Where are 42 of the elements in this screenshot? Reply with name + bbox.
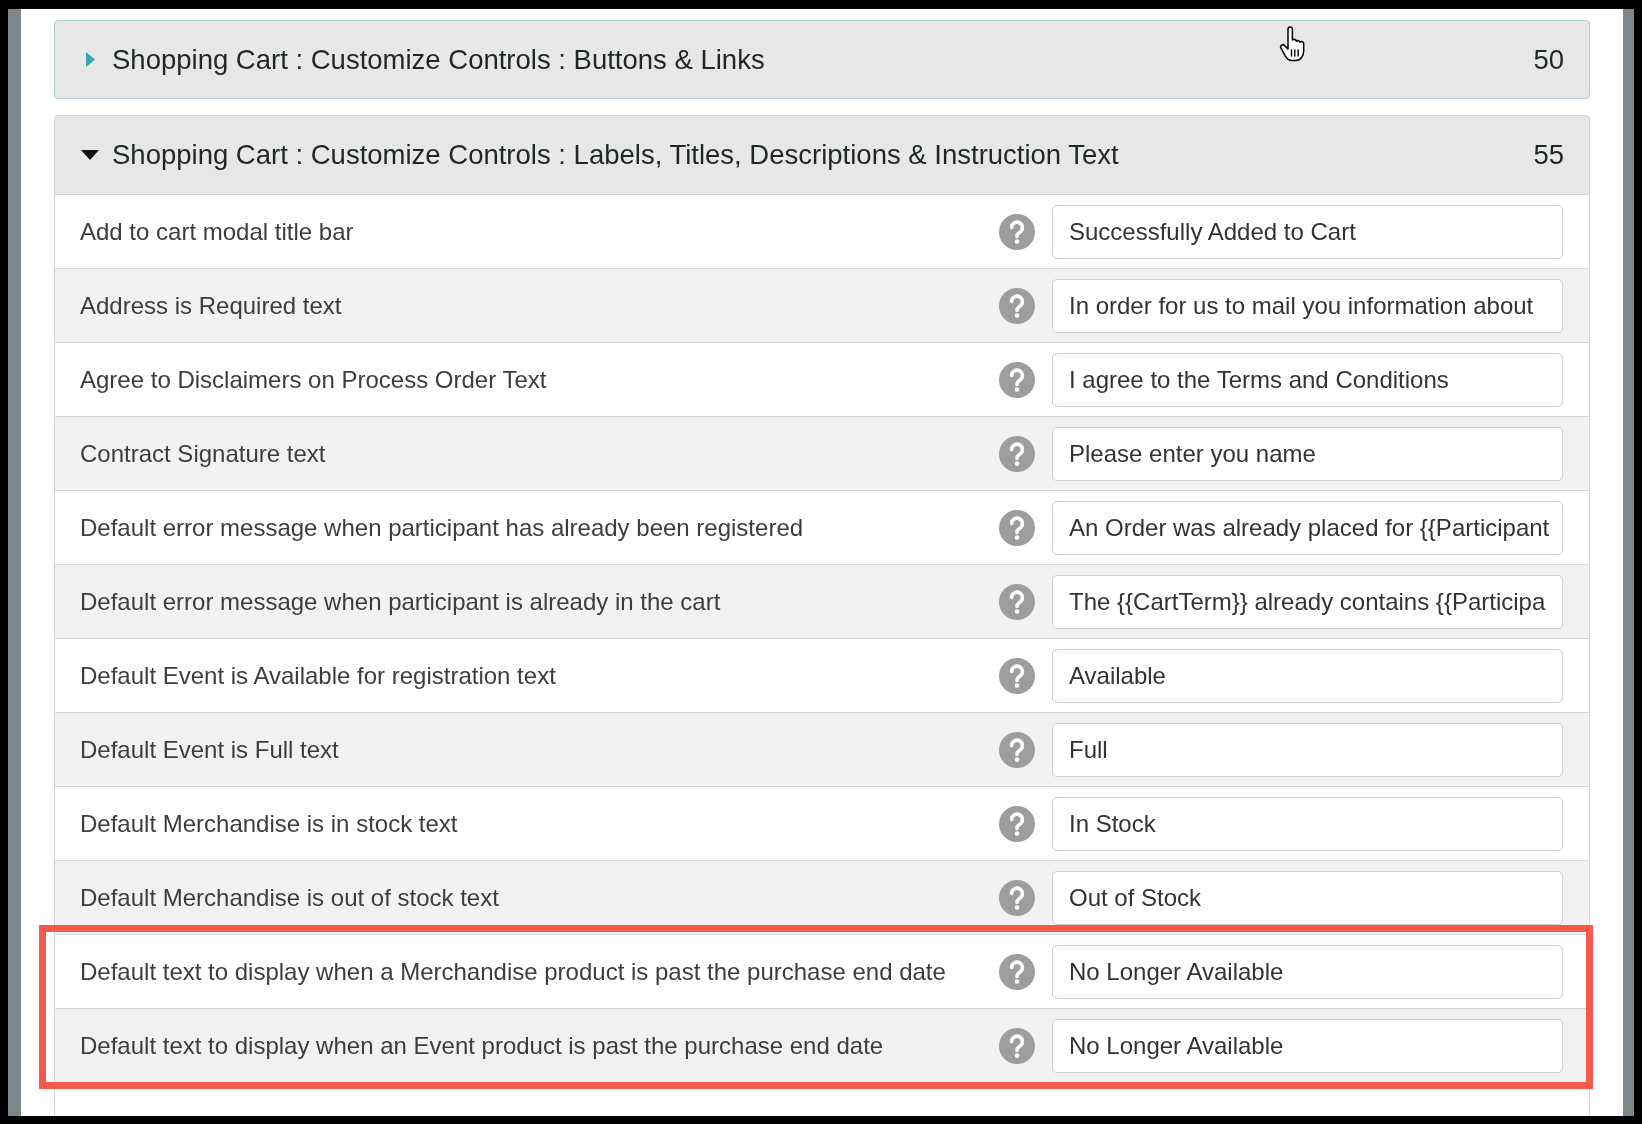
help-icon[interactable] (999, 213, 1035, 250)
help-icon[interactable] (999, 1027, 1035, 1064)
help-icon[interactable] (999, 657, 1035, 694)
setting-label: Add to cart modal title bar (80, 217, 354, 246)
setting-label: Address is Required text (80, 291, 342, 320)
accordion-header[interactable]: Shopping Cart : Customize Controls : Labels, Titles, Descriptions & Instruction Text 55 (54, 115, 1590, 195)
text-input[interactable]: Please enter you name (1052, 426, 1563, 481)
help-icon[interactable] (999, 361, 1035, 398)
setting-label: Contract Signature text (80, 439, 326, 468)
text-input[interactable]: In Stock (1052, 796, 1563, 851)
help-icon[interactable] (999, 953, 1035, 990)
text-input[interactable]: An Order was already placed for {{Participant (1052, 500, 1563, 555)
section-title: Shopping Cart : Customize Controls : Buttons & Links (112, 43, 765, 76)
section-title: Shopping Cart : Customize Controls : Labels, Titles, Descriptions & Instruction Text (112, 139, 1119, 171)
help-icon[interactable] (999, 509, 1035, 546)
setting-label: Default Merchandise is out of stock text (80, 883, 499, 912)
setting-label: Default Event is Full text (80, 735, 339, 764)
text-input[interactable]: Full (1052, 722, 1563, 777)
setting-label: Default text to display when a Merchandise product is past the purchase end date (80, 957, 946, 986)
help-icon[interactable] (999, 805, 1035, 842)
item-count: 55 (1533, 139, 1564, 171)
text-input[interactable]: No Longer Available (1052, 1018, 1563, 1073)
setting-label: Default error message when participant is already in the cart (80, 587, 721, 616)
help-icon[interactable] (999, 879, 1035, 916)
help-icon[interactable] (999, 435, 1035, 472)
help-icon[interactable] (999, 731, 1035, 768)
setting-label: Default text to display when an Event product is past the purchase end date (80, 1031, 884, 1060)
text-input[interactable]: Available (1052, 648, 1563, 703)
item-count: 50 (1533, 43, 1564, 76)
setting-label: Default Merchandise is in stock text (80, 809, 458, 838)
setting-label: Default error message when participant has already been registered (80, 513, 804, 542)
text-input[interactable]: No Longer Available (1052, 944, 1563, 999)
help-icon[interactable] (999, 287, 1035, 324)
help-icon[interactable] (999, 583, 1035, 620)
setting-label: Default Event is Available for registration text (80, 661, 556, 690)
text-input[interactable]: Successfully Added to Cart (1052, 204, 1563, 259)
text-input[interactable]: I agree to the Terms and Conditions (1052, 352, 1563, 407)
text-input[interactable]: Out of Stock (1052, 870, 1563, 925)
text-input[interactable]: In order for us to mail you information about (1052, 278, 1563, 333)
text-input[interactable]: The {{CartTerm}} already contains {{Participa (1052, 574, 1563, 629)
setting-label: Agree to Disclaimers on Process Order Text (80, 365, 547, 394)
accordion-header[interactable]: Shopping Cart : Customize Controls : Buttons & Links 50 (54, 20, 1590, 99)
